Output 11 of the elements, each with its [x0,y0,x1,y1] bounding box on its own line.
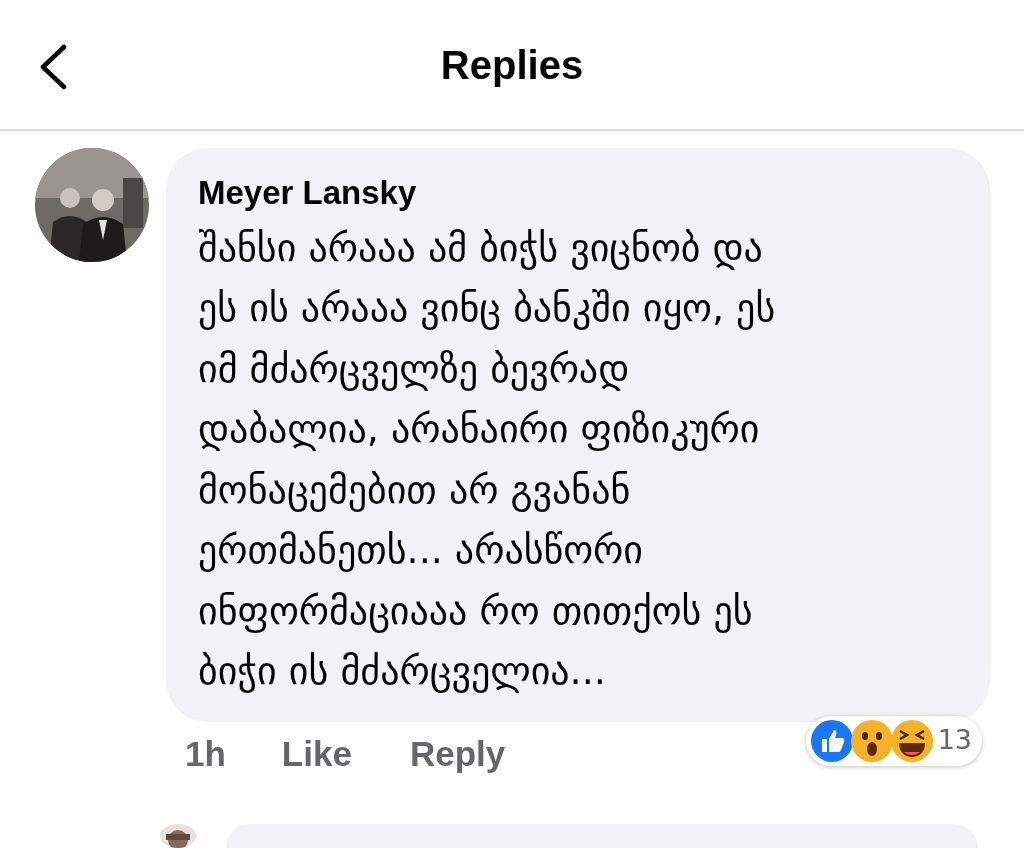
reply-button[interactable]: Reply [409,727,506,780]
like-button[interactable]: Like [281,727,352,780]
comment-time: 1h [185,732,226,775]
comment-author[interactable]: Meyer Lansky [198,168,960,218]
thumbs-up-icon [809,718,854,763]
surprised-face-icon [849,718,894,763]
page-title: Replies [440,41,584,89]
reactions-pill[interactable]: 13 [805,715,982,766]
reaction-count: 13 [937,723,972,758]
comment-text: შანსი არააა ამ ბიჭს ვიცნობ და ეს ის არააა ვინც ბანკში იყო, ეს იმ მძარცველზე ბევრად დაბალია, არანაირი ფიზიკური მონაცემებით არ გვანან ერთმანეთს... არასწორი ინფორმაციააა რო თითქოს ეს ბიჭი ის მძარცველია... [198,224,777,695]
laughing-face-icon [889,718,934,763]
